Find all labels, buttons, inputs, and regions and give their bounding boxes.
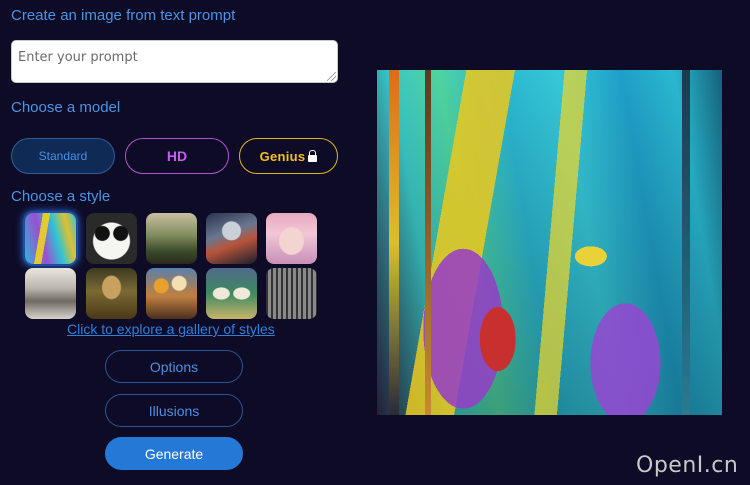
style-thumbnail-sketch-vintage-car[interactable] <box>25 268 76 319</box>
style-thumbnail-landscape-painting[interactable] <box>146 213 197 264</box>
style-thumbnail-ballet-dancers[interactable] <box>206 268 257 319</box>
style-heading: Choose a style <box>11 188 111 205</box>
standard-model-button[interactable]: Standard <box>11 138 115 174</box>
resize-grip-icon[interactable] <box>327 72 336 81</box>
create-heading: Create an image from text prompt <box>11 7 236 24</box>
style-thumbnail-pencil-city[interactable] <box>266 268 317 319</box>
generate-label: Generate <box>144 445 204 462</box>
style-thumbnail-flower-still-life[interactable] <box>146 268 197 319</box>
style-thumbnail-anime-girl[interactable] <box>266 213 317 264</box>
illusions-button[interactable]: Illusions <box>105 394 243 427</box>
hd-model-button[interactable]: HD <box>125 138 229 174</box>
model-heading: Choose a model <box>11 99 121 116</box>
options-button[interactable]: Options <box>105 350 243 383</box>
options-label: Options <box>149 358 199 375</box>
genius-model-label: Genius <box>259 148 306 164</box>
paint-streak <box>389 70 399 415</box>
lock-icon <box>308 149 318 162</box>
prompt-input[interactable] <box>11 40 338 83</box>
explore-styles-link[interactable]: Click to explore a gallery of styles <box>67 321 275 337</box>
paint-streak <box>682 70 690 415</box>
hd-model-label: HD <box>166 148 188 164</box>
style-thumbnail-panda[interactable] <box>86 213 137 264</box>
watermark-logo: OpenI.cn <box>636 453 739 478</box>
style-thumbnail-mona-lisa[interactable] <box>86 268 137 319</box>
paint-streak <box>425 70 431 415</box>
generate-button[interactable]: Generate <box>105 437 243 470</box>
generated-image <box>377 70 722 415</box>
standard-model-label: Standard <box>38 149 88 163</box>
style-thumbnail-robot-warrior[interactable] <box>206 213 257 264</box>
illusions-label: Illusions <box>148 402 200 419</box>
genius-model-button[interactable]: Genius <box>239 138 338 174</box>
style-thumbnail-abstract-painting[interactable] <box>25 213 76 264</box>
